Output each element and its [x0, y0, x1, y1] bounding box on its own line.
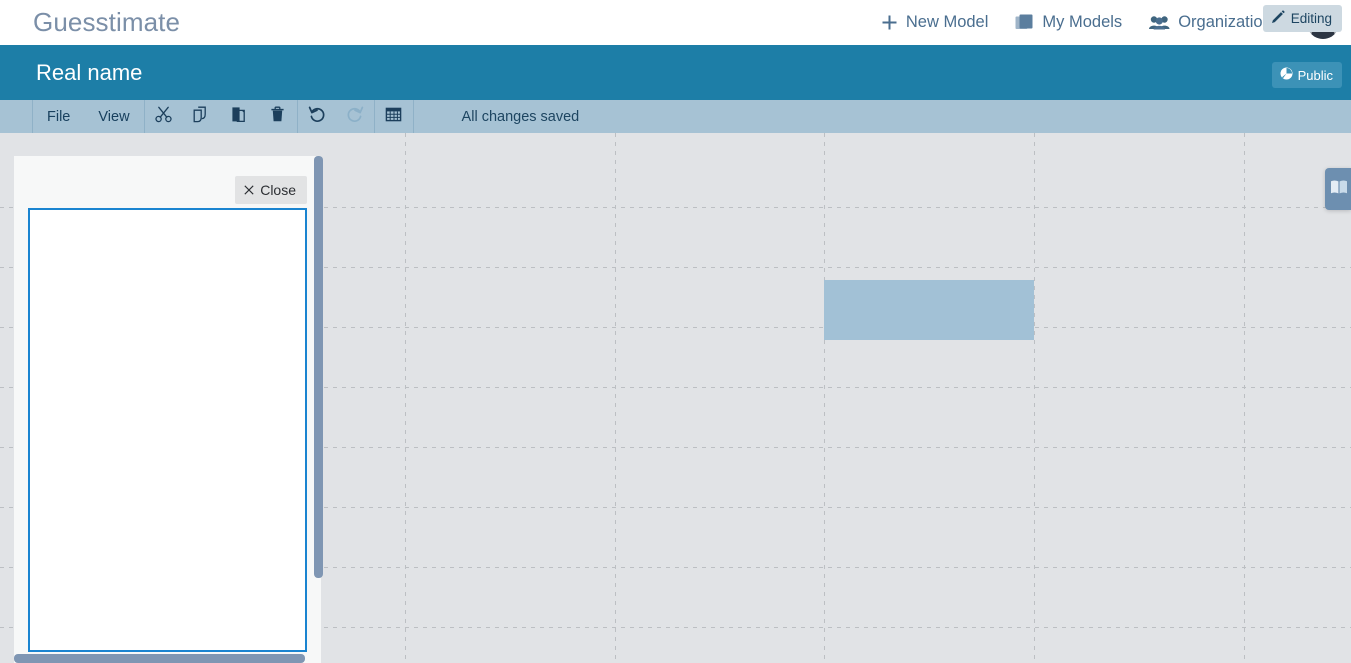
toolbar-menu-group: File View — [32, 100, 145, 133]
nav-my-models[interactable]: My Models — [1015, 13, 1122, 32]
delete-button[interactable] — [259, 100, 297, 133]
grid-line-vertical — [1034, 133, 1035, 663]
grid-line-vertical — [824, 133, 825, 663]
table-grid-icon — [385, 106, 402, 128]
panel-horizontal-scrollbar[interactable] — [14, 654, 305, 663]
menu-file[interactable]: File — [33, 100, 84, 133]
trash-icon — [269, 106, 286, 128]
metric-cell-selected[interactable] — [824, 280, 1034, 340]
page-title[interactable]: Real name — [36, 60, 142, 86]
users-icon — [1149, 15, 1170, 30]
menu-file-label: File — [47, 108, 71, 125]
panel-vertical-scrollbar[interactable] — [314, 156, 323, 578]
close-panel-label: Close — [260, 182, 296, 198]
redo-arrow-icon — [346, 105, 364, 128]
editing-mode-label: Editing — [1290, 11, 1332, 26]
top-navigation-bar: Guesstimate New Model My Models Organiza… — [0, 0, 1351, 45]
guesstimate-input-textarea[interactable] — [28, 208, 307, 652]
close-panel-button[interactable]: Close — [235, 176, 307, 204]
paste-button[interactable] — [221, 100, 259, 133]
visibility-badge-public[interactable]: Public — [1271, 62, 1342, 88]
grid-line-vertical — [405, 133, 406, 663]
toolbar-view-group — [375, 100, 414, 133]
metric-editor-panel: Close — [14, 156, 321, 663]
menu-view-label: View — [98, 108, 130, 125]
menu-view[interactable]: View — [84, 100, 143, 133]
editor-toolbar: File View All changes saved — [0, 100, 1351, 133]
cut-button[interactable] — [145, 100, 183, 133]
scissors-icon — [155, 106, 172, 128]
toolbar-history-group — [298, 100, 375, 133]
grid-line-vertical — [615, 133, 616, 663]
nav-my-models-label: My Models — [1042, 13, 1123, 31]
nav-new-model[interactable]: New Model — [881, 13, 989, 32]
nav-new-model-label: New Model — [905, 13, 989, 31]
model-title-bar: Real name — [0, 45, 1351, 100]
globe-icon — [1280, 67, 1293, 83]
editing-mode-button[interactable]: Editing — [1262, 5, 1342, 32]
copy-icon — [193, 106, 210, 128]
copy-button[interactable] — [183, 100, 221, 133]
book-icon — [1330, 179, 1348, 200]
pencil-icon — [1271, 10, 1285, 27]
plus-icon — [881, 14, 898, 31]
guide-panel-toggle[interactable] — [1325, 168, 1351, 210]
visibility-badge-label: Public — [1297, 67, 1333, 83]
undo-button[interactable] — [298, 100, 336, 133]
toolbar-clipboard-group — [145, 100, 298, 133]
paste-icon — [231, 106, 248, 128]
grid-line-vertical — [1244, 133, 1245, 663]
books-icon — [1015, 14, 1034, 31]
app-logo[interactable]: Guesstimate — [33, 7, 180, 38]
nav-organizations[interactable]: Organizations — [1149, 13, 1280, 32]
close-x-icon — [244, 182, 254, 198]
undo-arrow-icon — [308, 105, 326, 128]
redo-button[interactable] — [336, 100, 374, 133]
toggle-grid-button[interactable] — [375, 100, 413, 133]
save-status-text: All changes saved — [461, 108, 580, 125]
